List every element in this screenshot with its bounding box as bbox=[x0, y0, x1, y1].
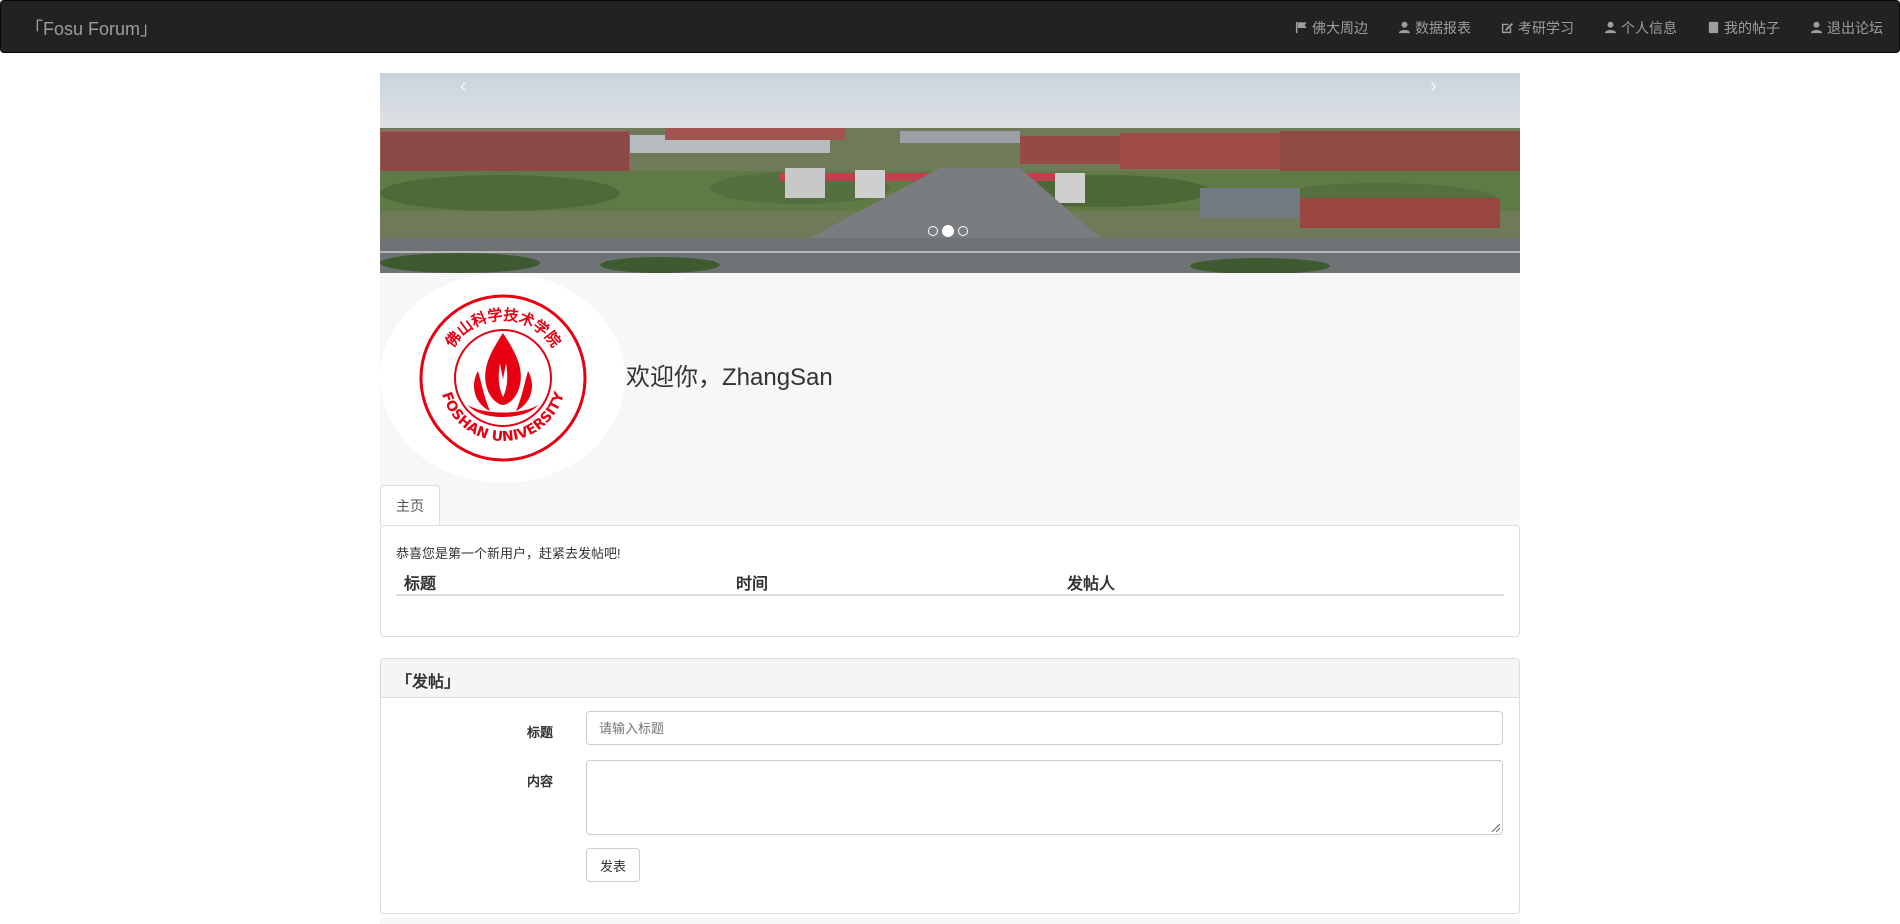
nav-item-label: 个人信息 bbox=[1621, 19, 1677, 36]
title-input[interactable] bbox=[586, 711, 1503, 745]
carousel-prev-button[interactable]: ‹ bbox=[460, 75, 467, 98]
column-header-author: 发帖人 bbox=[1067, 576, 1116, 593]
foshan-university-logo: 佛山科学技术学院 FOSHAN UNIVERSITY bbox=[419, 294, 586, 462]
new-post-heading: 「发帖」 bbox=[381, 659, 1519, 698]
main-container: ‹ › 佛山科学技术学院 FOSHAN UNIVERSITY 欢迎你，Zhang… bbox=[380, 73, 1520, 924]
university-logo-frame: 佛山科学技术学院 FOSHAN UNIVERSITY bbox=[380, 273, 625, 483]
brand-link[interactable]: 「Fosu Forum」 bbox=[25, 15, 158, 41]
column-header-time: 时间 bbox=[736, 576, 769, 593]
welcome-message: 欢迎你，ZhangSan bbox=[626, 364, 833, 391]
edit-icon bbox=[1501, 22, 1514, 34]
nav-item-data-report[interactable]: 数据报表 bbox=[1398, 18, 1471, 38]
welcome-jumbotron: 佛山科学技术学院 FOSHAN UNIVERSITY 欢迎你，ZhangSan … bbox=[380, 273, 1520, 526]
publish-button[interactable]: 发表 bbox=[586, 848, 640, 882]
top-navbar: 「Fosu Forum」 佛大周边 数据报表 考研学习 个人信息 我的帖子 退出… bbox=[0, 0, 1900, 53]
carousel-indicators bbox=[928, 225, 968, 237]
resize-handle-icon[interactable] bbox=[1492, 824, 1500, 832]
tab-home[interactable]: 主页 bbox=[380, 485, 440, 526]
user-icon bbox=[1604, 21, 1617, 34]
book-icon bbox=[1708, 21, 1719, 34]
column-header-title: 标题 bbox=[404, 576, 437, 593]
nav-menu: 佛大周边 数据报表 考研学习 个人信息 我的帖子 退出论坛 bbox=[1265, 1, 1883, 54]
nav-item-profile[interactable]: 个人信息 bbox=[1604, 18, 1677, 38]
carousel-indicator[interactable] bbox=[958, 226, 968, 236]
title-label: 标题 bbox=[527, 725, 554, 740]
nav-item-label: 我的帖子 bbox=[1724, 19, 1780, 36]
campus-carousel: ‹ › bbox=[380, 73, 1520, 273]
carousel-indicator-active[interactable] bbox=[942, 225, 954, 237]
nav-item-label: 退出论坛 bbox=[1827, 19, 1883, 36]
nav-item-my-posts[interactable]: 我的帖子 bbox=[1707, 18, 1780, 38]
nav-item-logout[interactable]: 退出论坛 bbox=[1810, 18, 1883, 38]
nav-item-label: 考研学习 bbox=[1518, 19, 1574, 36]
posts-panel: 恭喜您是第一个新用户，赶紧去发帖吧! 标题 时间 发帖人 bbox=[380, 525, 1520, 637]
nav-item-label: 数据报表 bbox=[1415, 19, 1471, 36]
content-textarea[interactable] bbox=[586, 760, 1503, 835]
user-icon bbox=[1398, 21, 1411, 34]
carousel-indicator[interactable] bbox=[928, 226, 938, 236]
campus-photo bbox=[380, 73, 1520, 273]
new-post-panel: 「发帖」 标题 内容 发表 bbox=[380, 658, 1520, 914]
empty-posts-notice: 恭喜您是第一个新用户，赶紧去发帖吧! bbox=[396, 546, 621, 561]
content-label: 内容 bbox=[527, 774, 554, 789]
posts-table-header: 标题 时间 发帖人 bbox=[396, 564, 1504, 596]
nav-item-exam-study[interactable]: 考研学习 bbox=[1501, 18, 1574, 38]
carousel-next-button[interactable]: › bbox=[1430, 75, 1437, 98]
user-icon bbox=[1810, 21, 1823, 34]
flag-icon bbox=[1295, 21, 1307, 34]
footer-strip bbox=[380, 918, 1520, 924]
nav-item-fosu-around[interactable]: 佛大周边 bbox=[1295, 18, 1368, 38]
nav-item-label: 佛大周边 bbox=[1312, 19, 1368, 36]
